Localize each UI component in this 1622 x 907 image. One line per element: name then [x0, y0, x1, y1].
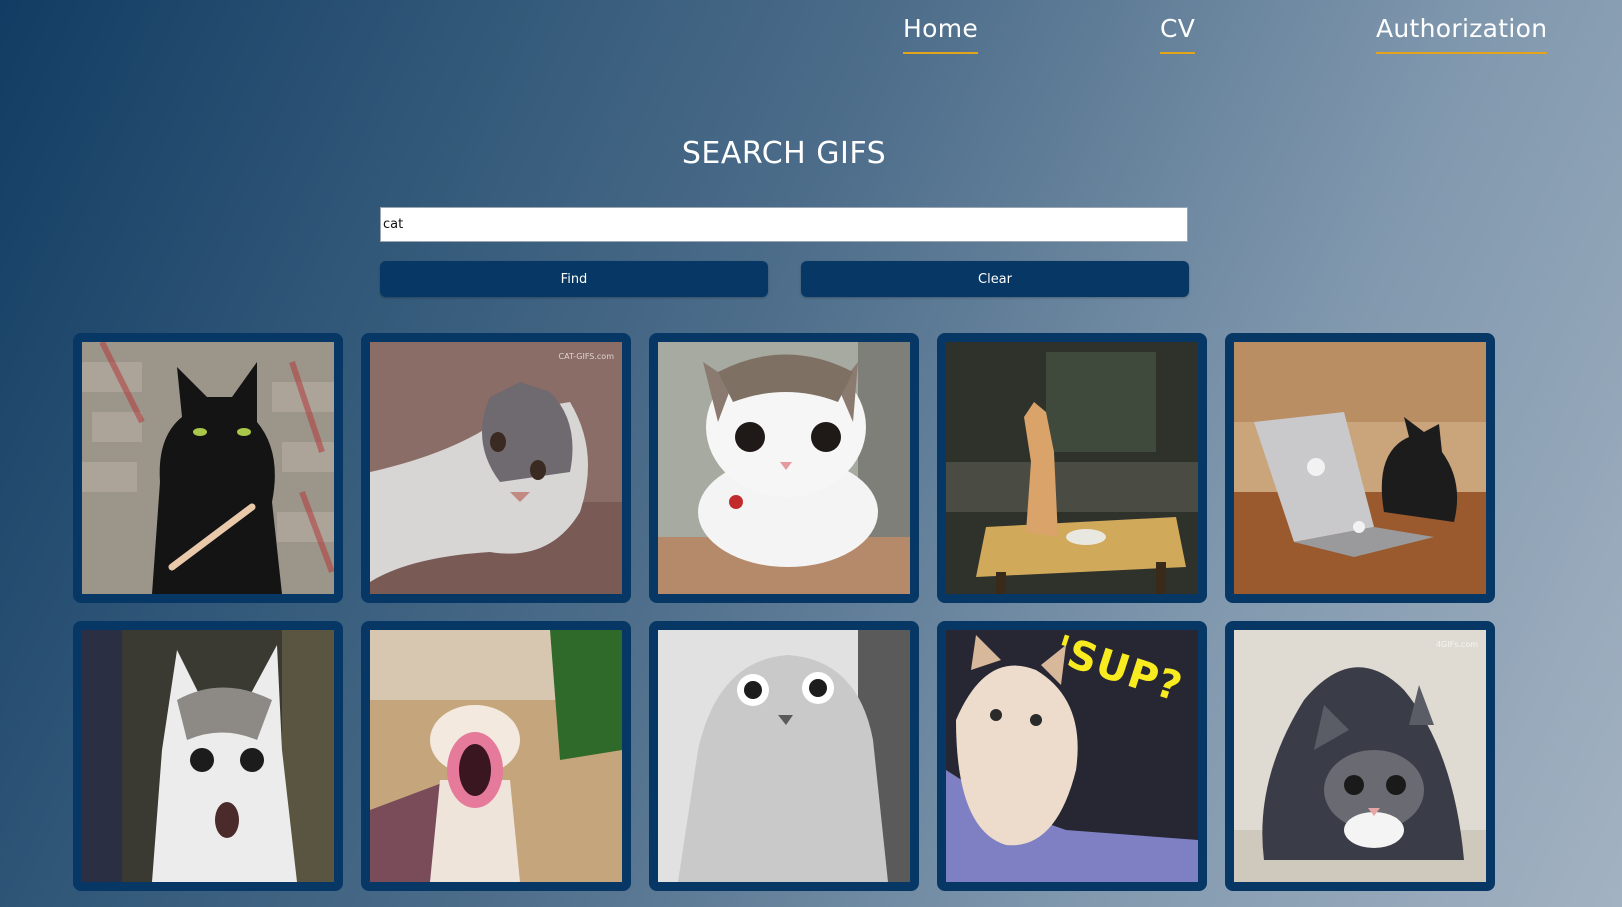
gif-card[interactable]: CAT-GIFS.com — [361, 333, 631, 603]
clear-button[interactable]: Clear — [801, 261, 1189, 297]
gif-card[interactable] — [649, 621, 919, 891]
gif-image — [370, 630, 622, 882]
gif-card[interactable]: 'SUP? — [937, 621, 1207, 891]
gif-card[interactable] — [649, 333, 919, 603]
gif-image — [658, 342, 910, 594]
gif-image: 'SUP? — [946, 630, 1198, 882]
gif-watermark: 4GIFs.com — [1435, 640, 1478, 649]
nav-link-authorization[interactable]: Authorization — [1376, 12, 1548, 54]
nav-link-home[interactable]: Home — [903, 12, 979, 54]
find-button[interactable]: Find — [380, 261, 768, 297]
nav-link-cv[interactable]: CV — [1160, 12, 1196, 54]
gif-card[interactable] — [937, 333, 1207, 603]
page-title: SEARCH GIFS — [681, 136, 887, 171]
gif-image — [658, 630, 910, 882]
gif-image — [82, 630, 334, 882]
gif-card[interactable] — [73, 333, 343, 603]
gif-watermark: CAT-GIFS.com — [558, 352, 615, 361]
gif-card[interactable] — [361, 621, 631, 891]
search-input[interactable] — [380, 207, 1188, 242]
gif-card[interactable]: 4GIFs.com — [1225, 621, 1495, 891]
gif-card[interactable] — [1225, 333, 1495, 603]
gif-image — [82, 342, 334, 594]
top-nav: Home CV Authorization — [0, 12, 1622, 60]
gif-image: CAT-GIFS.com — [370, 342, 622, 594]
gif-image — [1234, 342, 1486, 594]
gif-image: 4GIFs.com — [1234, 630, 1486, 882]
gif-card[interactable] — [73, 621, 343, 891]
gif-image — [946, 342, 1198, 594]
